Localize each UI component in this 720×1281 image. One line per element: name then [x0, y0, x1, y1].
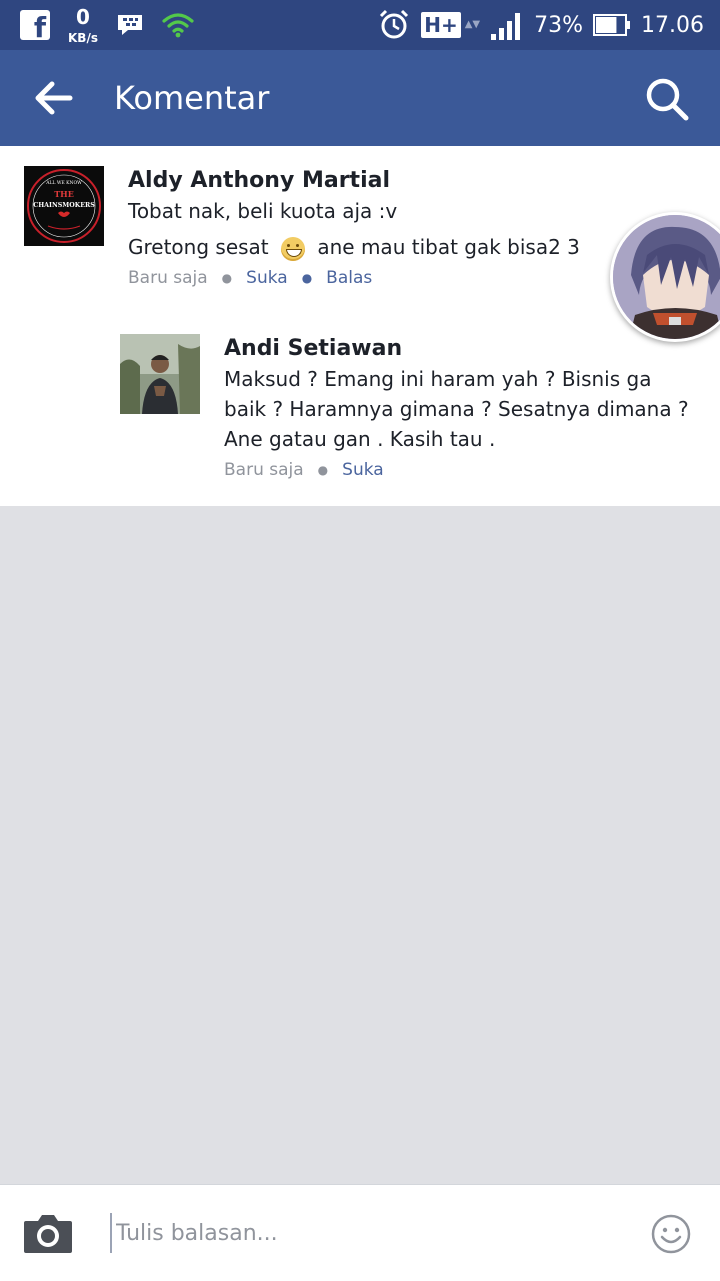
comment-thread: ALL WE KNOW THE CHAINSMOKERS Aldy Anthon…: [0, 146, 720, 506]
comment-author[interactable]: Andi Setiawan: [224, 334, 689, 364]
svg-text:ALL WE KNOW: ALL WE KNOW: [45, 180, 82, 186]
user-photo: [120, 334, 200, 414]
comment-body: Aldy Anthony Martial Tobat nak, beli kuo…: [128, 166, 580, 288]
comment-text-line: baik ? Haramnya gimana ? Sesatnya dimana…: [224, 397, 689, 421]
reply-link[interactable]: Balas: [326, 268, 372, 288]
separator-dot: ●: [301, 271, 313, 285]
signal-icon: [491, 13, 521, 40]
avatar[interactable]: ALL WE KNOW THE CHAINSMOKERS: [24, 166, 104, 246]
network-type: H+: [421, 12, 461, 38]
search-icon[interactable]: [644, 76, 690, 122]
network-speed-value: 0: [76, 5, 90, 29]
comment-text-segment: ane mau tibat gak bisa2 3: [317, 235, 580, 259]
grin-emoji-icon: [281, 236, 305, 261]
comment-text-line: Ane gatau gan . Kasih tau .: [224, 427, 496, 451]
network-speed-unit: KB/s: [68, 31, 98, 45]
separator-dot: ●: [221, 271, 233, 285]
data-activity-icon: ▲▼: [464, 19, 481, 30]
comment-text-line: Maksud ? Emang ini haram yah ? Bisnis ga: [224, 367, 652, 391]
status-bar-left: f 0 KB/s: [20, 5, 194, 45]
status-bar: f 0 KB/s H+ ▲▼ 73% 17.06: [0, 0, 720, 50]
smiley-icon[interactable]: [650, 1213, 692, 1255]
camera-icon[interactable]: [22, 1211, 74, 1255]
like-link[interactable]: Suka: [342, 460, 384, 480]
app-bar: Komentar: [0, 50, 720, 146]
anime-avatar: [613, 215, 720, 339]
reply-composer: [0, 1184, 720, 1281]
comment-text-segment: Gretong sesat: [128, 235, 269, 259]
clock: 17.06: [641, 12, 704, 38]
comment-text-line: Gretong sesat ane mau tibat gak bisa2 3: [128, 232, 580, 262]
bbm-icon: [117, 15, 142, 35]
chainsmokers-logo: ALL WE KNOW THE CHAINSMOKERS: [24, 166, 104, 246]
reply-input[interactable]: [110, 1213, 616, 1253]
comment-timestamp: Baru saja: [224, 460, 304, 480]
status-bar-right: H+ ▲▼ 73% 17.06: [377, 8, 704, 42]
wifi-icon: [162, 13, 194, 38]
back-arrow-icon[interactable]: [28, 76, 76, 120]
alarm-icon: [380, 9, 409, 39]
avatar[interactable]: [120, 334, 200, 414]
comment-body: Andi Setiawan Maksud ? Emang ini haram y…: [224, 334, 689, 480]
comment-timestamp: Baru saja: [128, 268, 208, 288]
comment-text-line: Tobat nak, beli kuota aja :v: [128, 199, 398, 223]
battery-percent: 73%: [534, 12, 584, 38]
like-link[interactable]: Suka: [246, 268, 288, 288]
network-speed: 0 KB/s: [68, 5, 98, 45]
comment-author[interactable]: Aldy Anthony Martial: [128, 166, 580, 196]
svg-text:CHAINSMOKERS: CHAINSMOKERS: [33, 202, 95, 209]
page-title: Komentar: [114, 79, 270, 117]
svg-text:THE: THE: [54, 189, 74, 199]
facebook-icon: f: [20, 10, 50, 43]
comment-meta: Baru saja ● Suka ● Balas: [128, 268, 580, 288]
comment-meta: Baru saja ● Suka: [224, 460, 689, 480]
separator-dot: ●: [317, 463, 329, 477]
battery-icon: [593, 14, 631, 36]
